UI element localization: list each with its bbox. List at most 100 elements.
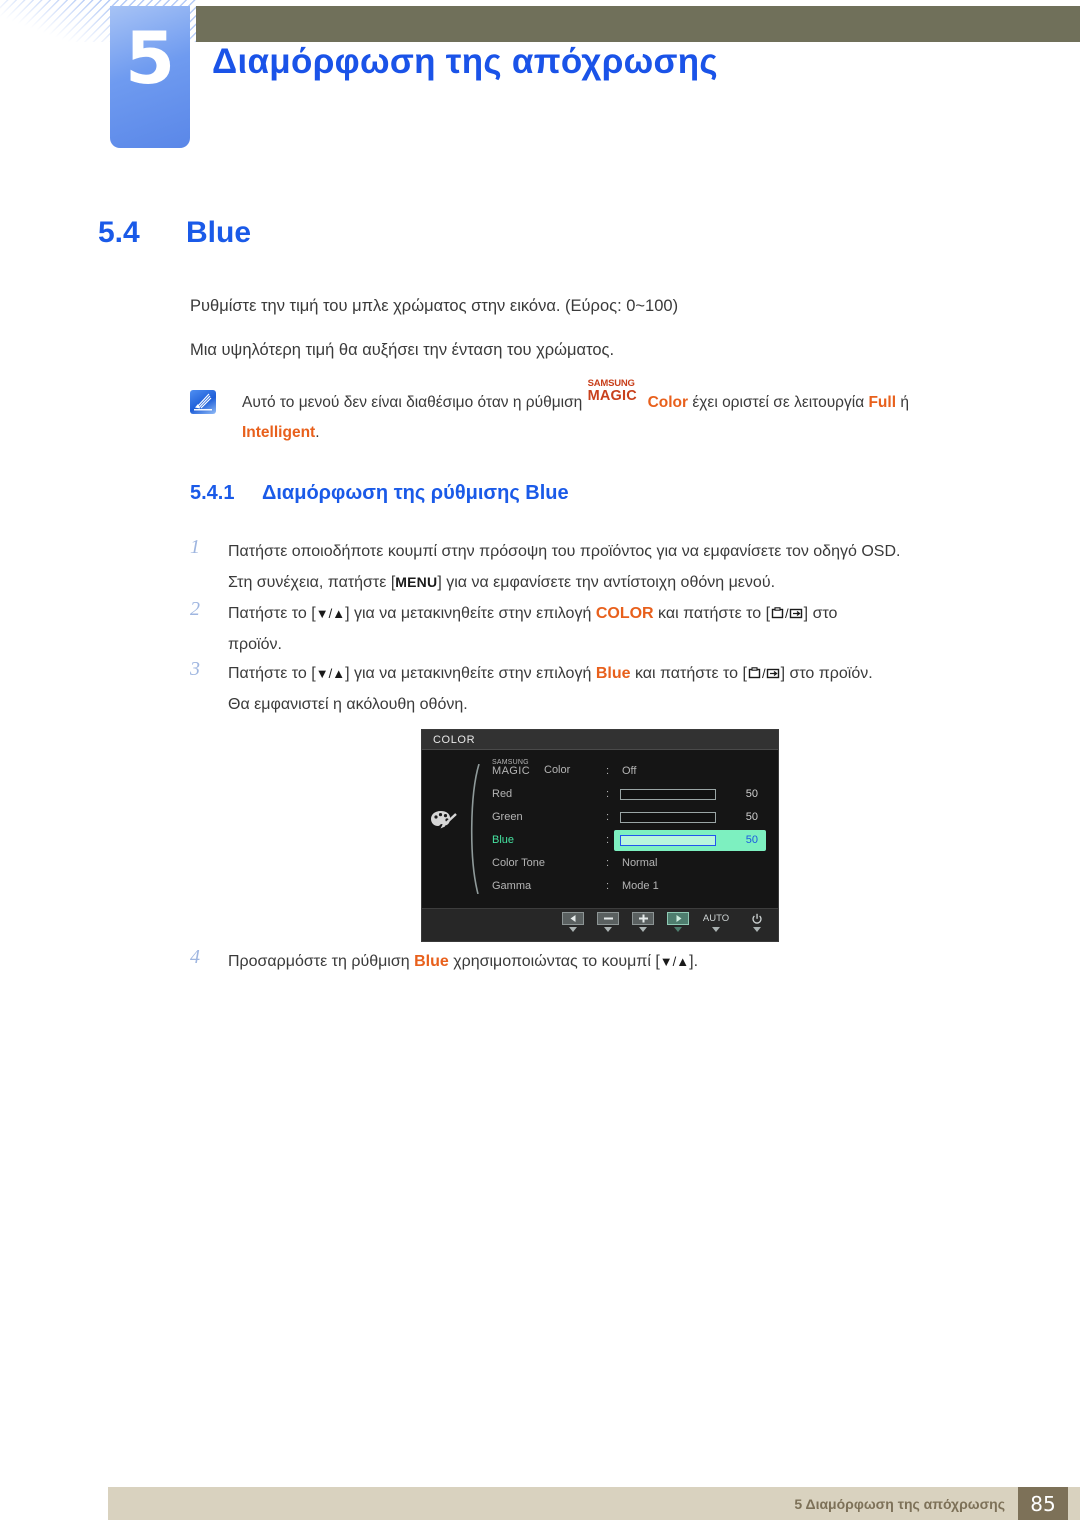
step-1-line2-a: Στη συνέχεια, πατήστε [ [228, 574, 396, 591]
step-1-number: 1 [190, 536, 200, 558]
step-3-text: Πατήστε το [▼/▲] για να μετακινηθείτε στ… [228, 658, 1005, 720]
step-4-t1: Προσαρμόστε τη ρύθμιση [228, 953, 410, 970]
osd-magic-color-word: Color [544, 764, 571, 776]
osd-titlebar: COLOR [422, 730, 778, 750]
chapter-title: Διαμόρφωση της απόχρωσης [212, 42, 718, 81]
plus-icon [632, 912, 654, 925]
step-4-text: Προσαρμόστε τη ρύθμιση Blue χρησιμοποιών… [228, 953, 699, 970]
step-3-t4: ] στο προϊόν. [780, 665, 873, 682]
chevron-down-icon [569, 927, 577, 932]
minus-icon [597, 912, 619, 925]
osd-row-red[interactable]: Red : 50 [484, 783, 776, 806]
note-text-end: . [315, 424, 320, 441]
note-text-or: ή [900, 394, 909, 411]
osd-value-green: 50 [745, 811, 758, 823]
auto-label: AUTO [702, 913, 730, 924]
osd-slider-green[interactable] [620, 812, 716, 823]
osd-button-enter[interactable] [666, 912, 690, 932]
palette-brush-icon [429, 807, 461, 835]
subsection-heading: 5.4.1 Διαμόρφωση της ρύθμισης Blue [190, 482, 569, 505]
step-3: 3 Πατήστε το [▼/▲] για να μετακινηθείτε … [190, 658, 1005, 720]
step-4-number: 4 [190, 946, 200, 968]
osd-colon: : [606, 788, 610, 800]
osd-label-red: Red [492, 788, 513, 800]
paragraph-hint: Μια υψηλότερη τιμή θα αυξήσει την ένταση… [190, 341, 615, 359]
step-4-t3: ]. [689, 953, 699, 970]
chevron-down-icon [674, 927, 682, 932]
step-3-keyword-blue: Blue [595, 665, 631, 682]
page-footer: 5 Διαμόρφωση της απόχρωσης 85 [108, 1487, 1080, 1520]
note-text-before: Αυτό το μενού δεν είναι διαθέσιμο όταν η… [242, 394, 583, 411]
enter-button-icon [789, 600, 804, 619]
step-2-t4: ] στο [803, 605, 838, 622]
osd-curve-divider [466, 763, 482, 895]
down-triangle-icon: ▼ [315, 606, 329, 621]
chevron-down-icon [639, 927, 647, 932]
section-heading: 5.4 Blue [98, 216, 251, 250]
power-icon [742, 912, 772, 925]
up-triangle-icon: ▲ [332, 666, 346, 681]
osd-colon: : [606, 880, 610, 892]
key-menu: MENU [395, 574, 438, 590]
step-2-t3: και πατήστε το [ [658, 605, 771, 622]
osd-body: SAMSUNG MAGIC Color : Off Red : 50 Green [422, 750, 778, 910]
subsection-number: 5.4.1 [190, 482, 235, 504]
right-arrow-icon [667, 912, 689, 925]
osd-value-red: 50 [745, 788, 758, 800]
source-button-icon [770, 600, 785, 619]
osd-label-blue: Blue [492, 834, 515, 846]
osd-slider-red[interactable] [620, 789, 716, 800]
step-3-t5: Θα εμφανιστεί η ακόλουθη οθόνη. [228, 696, 468, 713]
osd-buttons: AUTO [561, 912, 772, 932]
osd-button-plus[interactable] [631, 912, 655, 932]
section-number: 5.4 [98, 216, 140, 249]
magic-logo-color: Color [647, 394, 689, 411]
osd-value-blue: 50 [745, 834, 758, 846]
osd-row-gamma[interactable]: Gamma : Mode 1 [484, 875, 776, 898]
chapter-number-badge: 5 [110, 6, 190, 148]
step-1-line2-b: ] για να εμφανίσετε την αντίστοιχη οθόνη… [437, 574, 776, 591]
step-1-line1: Πατήστε οποιοδήποτε κουμπί στην πρόσοψη … [228, 543, 901, 560]
osd-button-power[interactable] [742, 912, 772, 932]
osd-row-green[interactable]: Green : 50 [484, 806, 776, 829]
step-2-t5: προϊόν. [228, 636, 282, 653]
subsection-title: Διαμόρφωση της ρύθμισης Blue [262, 482, 569, 504]
osd-slider-blue[interactable] [620, 835, 716, 846]
osd-label-color-tone: Color Tone [492, 857, 545, 869]
osd-row-magic-color[interactable]: SAMSUNG MAGIC Color : Off [484, 759, 776, 783]
osd-magic-magic: MAGIC [492, 765, 531, 777]
osd-rows: SAMSUNG MAGIC Color : Off Red : 50 Green [484, 759, 776, 898]
step-4-t2: χρησιμοποιώντας το κουμπί [ [453, 953, 660, 970]
step-3-t1: Πατήστε το [ [228, 665, 316, 682]
down-triangle-icon: ▼ [659, 954, 673, 969]
chevron-down-icon [604, 927, 612, 932]
chapter-number: 5 [124, 16, 176, 100]
up-triangle-icon: ▲ [676, 954, 690, 969]
step-2-t1: Πατήστε το [ [228, 605, 316, 622]
step-4-keyword-blue: Blue [414, 953, 449, 970]
step-1-text: Πατήστε οποιοδήποτε κουμπί στην πρόσοψη … [228, 536, 1005, 598]
magic-color-logo: SAMSUNG MAGIC [587, 379, 648, 407]
magic-logo-magic: MAGIC [587, 388, 637, 404]
chevron-down-icon [712, 927, 720, 932]
osd-row-color-tone[interactable]: Color Tone : Normal [484, 852, 776, 875]
step-1: 1 Πατήστε οποιοδήποτε κουμπί στην πρόσοψ… [190, 536, 1005, 598]
section-title: Blue [186, 216, 252, 249]
paragraph-description: Ρυθμίστε την τιμή του μπλε χρώματος στην… [190, 297, 679, 315]
osd-button-minus[interactable] [596, 912, 620, 932]
note-text: Αυτό το μενού δεν είναι διαθέσιμο όταν η… [242, 379, 990, 448]
step-2-t2: ] για να μετακινηθείτε στην επιλογή [345, 605, 592, 622]
step-2-keyword-color: COLOR [595, 605, 654, 622]
step-3-number: 3 [190, 658, 200, 680]
chevron-down-icon [753, 927, 761, 932]
osd-button-auto[interactable]: AUTO [701, 912, 731, 932]
osd-colon: : [606, 834, 610, 846]
note-keyword-intelligent: Intelligent [242, 424, 316, 441]
up-triangle-icon: ▲ [332, 606, 346, 621]
down-triangle-icon: ▼ [315, 666, 329, 681]
osd-value-gamma: Mode 1 [622, 880, 659, 892]
footer-page-box: 85 [1018, 1487, 1068, 1520]
osd-row-blue[interactable]: Blue : 50 [484, 829, 776, 852]
osd-button-back[interactable] [561, 912, 585, 932]
osd-menu-screenshot: COLOR SAMSUNG MAGIC Color: Off Red: 50… [421, 729, 779, 942]
